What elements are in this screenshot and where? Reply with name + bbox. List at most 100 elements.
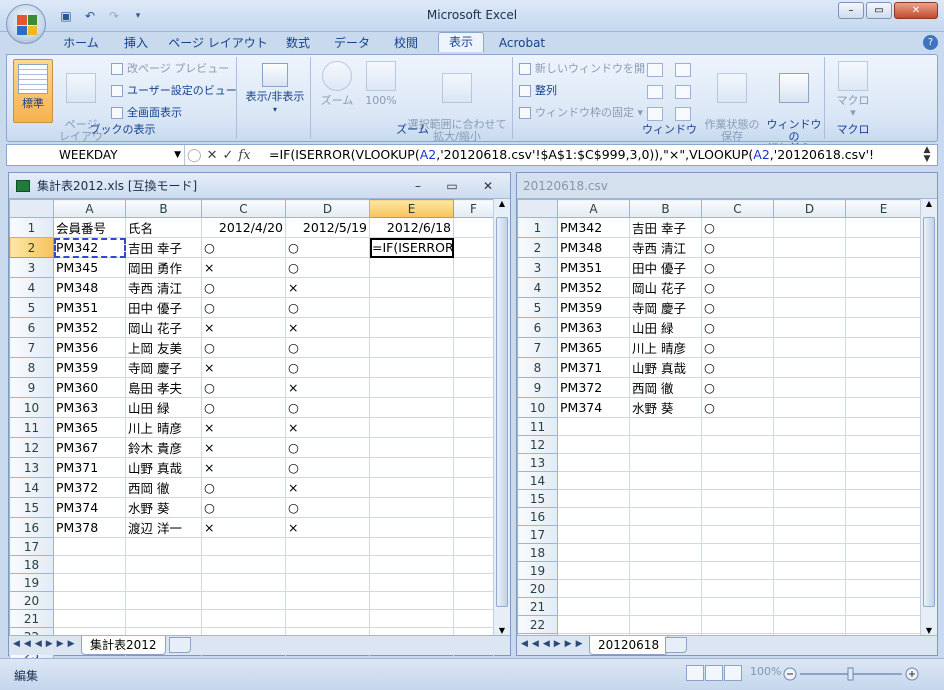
cell[interactable] — [557, 543, 630, 562]
cell[interactable]: PM342 — [557, 217, 630, 238]
cell[interactable] — [53, 555, 126, 574]
row-header[interactable]: 8 — [9, 357, 54, 378]
cell[interactable] — [845, 417, 922, 436]
cell[interactable]: PM342 — [53, 237, 126, 258]
page-break-preview-button[interactable]: 改ページ プレビュー — [111, 61, 229, 77]
save-icon[interactable]: ▣ — [56, 7, 76, 25]
cell[interactable] — [773, 579, 846, 598]
cell[interactable] — [557, 471, 630, 490]
cell[interactable] — [845, 297, 922, 318]
cell[interactable] — [629, 543, 702, 562]
column-header-c[interactable]: C — [201, 199, 286, 218]
row-header[interactable]: 3 — [9, 257, 54, 278]
column-header-d[interactable]: D — [773, 199, 846, 218]
cell[interactable]: ○ — [201, 477, 286, 498]
cell[interactable] — [773, 297, 846, 318]
row-header[interactable]: 18 — [517, 543, 558, 562]
cell[interactable]: × — [201, 517, 286, 538]
cell[interactable] — [557, 417, 630, 436]
row-header[interactable]: 13 — [9, 457, 54, 478]
cell[interactable]: ○ — [285, 437, 370, 458]
cell[interactable] — [773, 615, 846, 634]
scroll-up-icon[interactable]: ▲ — [921, 199, 937, 208]
cell[interactable]: 島田 孝夫 — [125, 377, 202, 398]
cell[interactable] — [453, 237, 494, 258]
cell[interactable]: ○ — [201, 397, 286, 418]
cell[interactable] — [453, 217, 494, 238]
cell[interactable] — [845, 435, 922, 454]
cell[interactable] — [773, 217, 846, 238]
cell[interactable]: PM360 — [53, 377, 126, 398]
cell[interactable] — [285, 591, 370, 610]
cell[interactable] — [773, 489, 846, 508]
cell[interactable] — [201, 609, 286, 628]
row-header[interactable]: 15 — [517, 489, 558, 508]
row-header[interactable]: 10 — [517, 397, 558, 418]
cell[interactable]: ○ — [201, 277, 286, 298]
cell[interactable]: ○ — [285, 297, 370, 318]
row-header[interactable]: 16 — [517, 507, 558, 526]
row-header[interactable]: 3 — [517, 257, 558, 278]
row-header[interactable]: 17 — [517, 525, 558, 544]
cell[interactable]: PM345 — [53, 257, 126, 278]
cell[interactable] — [845, 543, 922, 562]
cell[interactable] — [557, 453, 630, 472]
cell[interactable]: × — [285, 417, 370, 438]
cell[interactable] — [453, 477, 494, 498]
show-hide-button[interactable]: 表示/非表示 ▾ — [241, 63, 309, 116]
cell[interactable] — [629, 435, 702, 454]
cell[interactable]: 上岡 友美 — [125, 337, 202, 358]
cell[interactable]: 川上 晴彦 — [629, 337, 702, 358]
cell[interactable]: PM372 — [53, 477, 126, 498]
close-button[interactable]: ✕ — [894, 2, 938, 19]
row-header[interactable]: 7 — [517, 337, 558, 358]
column-header-e[interactable]: E — [845, 199, 922, 218]
cell[interactable]: ○ — [285, 237, 370, 258]
cell[interactable]: 山野 真哉 — [125, 457, 202, 478]
cell[interactable]: ○ — [285, 337, 370, 358]
cell[interactable] — [453, 437, 494, 458]
row-header[interactable]: 11 — [517, 417, 558, 436]
synchronous-scroll-icon[interactable] — [675, 85, 691, 99]
row-header[interactable]: 6 — [9, 317, 54, 338]
restore-button[interactable]: ▭ — [866, 2, 892, 19]
right-vertical-scrollbar[interactable]: ▲ ▼ — [920, 199, 937, 635]
cell[interactable] — [453, 537, 494, 556]
cell[interactable]: PM351 — [53, 297, 126, 318]
cell[interactable] — [773, 597, 846, 616]
chevron-down-icon[interactable]: ▼ — [174, 145, 181, 165]
cell[interactable]: ○ — [701, 257, 774, 278]
switch-windows-button[interactable]: ウィンドウの 切り替え ▾ — [765, 61, 823, 155]
name-box[interactable]: WEEKDAY ▼ — [7, 145, 185, 165]
cell[interactable]: PM363 — [557, 317, 630, 338]
row-header[interactable]: 9 — [9, 377, 54, 398]
minimize-icon[interactable]: – — [406, 173, 430, 199]
unhide-window-icon[interactable] — [647, 107, 663, 121]
row-header[interactable]: 1 — [517, 217, 558, 238]
cell[interactable] — [701, 453, 774, 472]
cell[interactable]: PM372 — [557, 377, 630, 398]
cell[interactable] — [285, 537, 370, 556]
cancel-icon[interactable]: ✕ — [207, 148, 218, 163]
cell[interactable] — [629, 615, 702, 634]
column-header-c[interactable]: C — [701, 199, 774, 218]
maximize-icon[interactable]: ▭ — [440, 173, 464, 199]
cell[interactable]: 2012/4/20 — [201, 217, 286, 238]
cell[interactable] — [773, 507, 846, 526]
cell[interactable] — [369, 257, 454, 278]
cell[interactable] — [557, 615, 630, 634]
cell[interactable] — [453, 377, 494, 398]
cell[interactable]: × — [285, 277, 370, 298]
cell[interactable] — [369, 317, 454, 338]
cell[interactable] — [125, 591, 202, 610]
minimize-button[interactable]: – — [838, 2, 864, 19]
cell[interactable]: 寺岡 慶子 — [125, 357, 202, 378]
row-header[interactable]: 11 — [9, 417, 54, 438]
sheet-nav-icons[interactable]: ◀◀◀▶▶▶ — [13, 639, 79, 649]
cell[interactable] — [773, 317, 846, 338]
cell[interactable]: ○ — [201, 377, 286, 398]
cell[interactable] — [845, 579, 922, 598]
cell[interactable]: 山田 緑 — [629, 317, 702, 338]
insert-function-icon[interactable]: fx — [238, 148, 250, 163]
cell[interactable]: PM378 — [53, 517, 126, 538]
